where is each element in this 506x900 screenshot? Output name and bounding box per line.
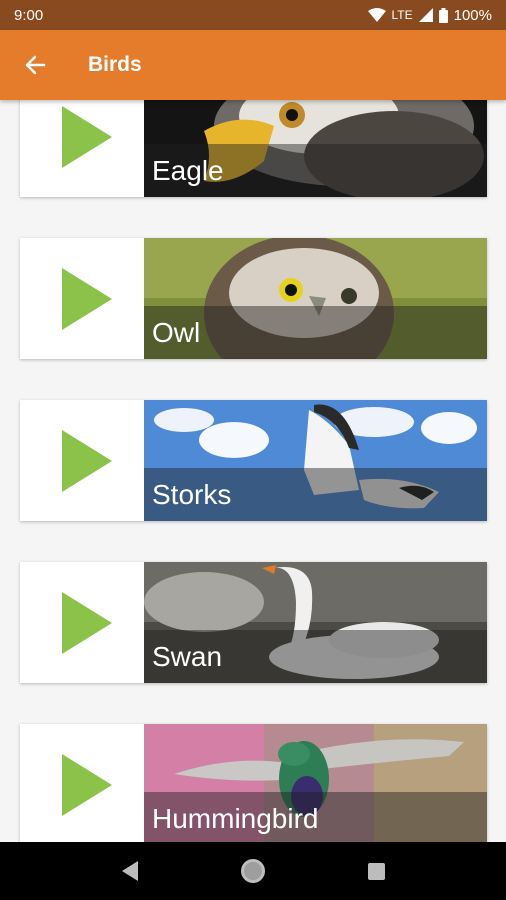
- nav-back-icon[interactable]: [121, 861, 138, 881]
- bird-card-storks[interactable]: Storks: [20, 400, 487, 521]
- status-time: 9:00: [14, 6, 44, 24]
- status-bar: 9:00 LTE 100%: [0, 0, 506, 30]
- owl-photo: Owl: [144, 238, 487, 359]
- play-icon: [62, 429, 112, 492]
- battery-percent: 100%: [453, 6, 492, 24]
- play-button-swan[interactable]: [20, 562, 144, 683]
- storks-photo: Storks: [144, 400, 487, 521]
- bird-list[interactable]: Eagle Owl Storks Swan Hummingbird: [0, 100, 506, 842]
- play-button-eagle[interactable]: [20, 100, 144, 197]
- bird-name-eagle: Eagle: [144, 144, 487, 197]
- play-button-owl[interactable]: [20, 238, 144, 359]
- hummingbird-photo: Hummingbird: [144, 724, 487, 842]
- play-button-storks[interactable]: [20, 400, 144, 521]
- wifi-icon: [367, 8, 386, 22]
- play-button-hummingbird[interactable]: [20, 724, 144, 842]
- signal-icon: [418, 8, 433, 22]
- nav-home-icon[interactable]: [240, 859, 265, 883]
- bird-card-hummingbird[interactable]: Hummingbird: [20, 724, 487, 842]
- eagle-photo: Eagle: [144, 100, 487, 197]
- bird-name-hummingbird: Hummingbird: [144, 792, 487, 842]
- bird-card-swan[interactable]: Swan: [20, 562, 487, 683]
- bird-name-swan: Swan: [144, 630, 487, 683]
- play-icon: [62, 267, 112, 330]
- bird-name-owl: Owl: [144, 306, 487, 359]
- back-button[interactable]: [0, 30, 70, 100]
- app-bar: Birds: [0, 30, 506, 100]
- bird-card-eagle[interactable]: Eagle: [20, 100, 487, 197]
- network-label: LTE: [391, 8, 413, 22]
- bird-name-storks: Storks: [144, 468, 487, 521]
- system-nav-bar: [0, 842, 506, 900]
- battery-icon: [438, 7, 448, 23]
- play-icon: [62, 105, 112, 168]
- page-title: Birds: [88, 53, 142, 76]
- bird-card-owl[interactable]: Owl: [20, 238, 487, 359]
- nav-recents-icon[interactable]: [367, 862, 385, 880]
- play-icon: [62, 753, 112, 816]
- back-arrow-icon: [25, 55, 46, 75]
- status-icons: LTE 100%: [367, 6, 492, 24]
- swan-photo: Swan: [144, 562, 487, 683]
- play-icon: [62, 591, 112, 654]
